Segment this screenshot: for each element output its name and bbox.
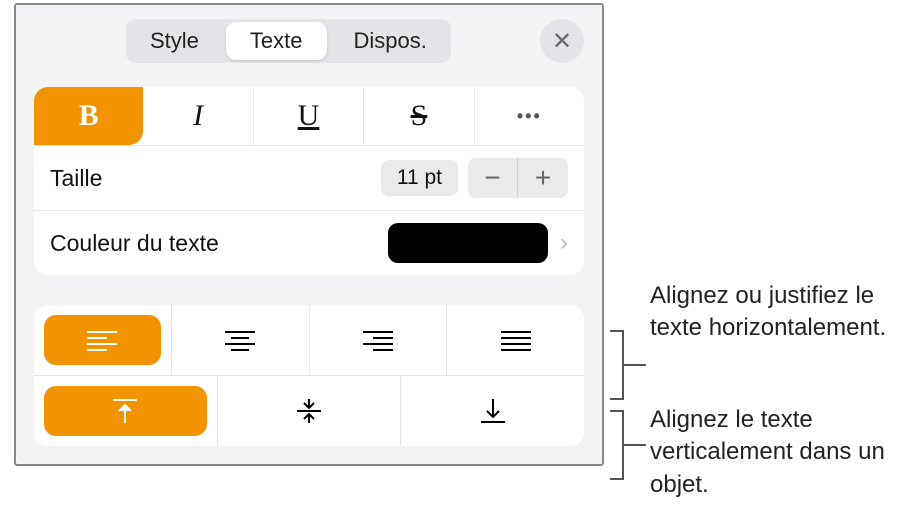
- size-decrease-button[interactable]: −: [468, 158, 518, 198]
- size-stepper: − +: [468, 158, 568, 198]
- align-left-icon: [85, 328, 119, 352]
- align-justify-icon: [499, 328, 533, 352]
- strikethrough-button[interactable]: S: [364, 87, 474, 145]
- valign-top-button[interactable]: [34, 376, 218, 446]
- text-color-row[interactable]: Couleur du texte ›: [34, 211, 584, 275]
- tab-layout[interactable]: Dispos.: [330, 19, 451, 63]
- align-center-button[interactable]: [172, 305, 310, 375]
- panel-header: Style Texte Dispos. ✕: [16, 5, 602, 77]
- valign-middle-button[interactable]: [218, 376, 402, 446]
- callout-line-icon: [624, 364, 646, 366]
- bold-button[interactable]: B: [34, 87, 143, 145]
- underline-button[interactable]: U: [254, 87, 364, 145]
- size-value[interactable]: 11 pt: [381, 160, 458, 196]
- align-justify-button[interactable]: [447, 305, 584, 375]
- align-right-button[interactable]: [310, 305, 448, 375]
- callout-bracket-icon: [610, 410, 624, 480]
- valign-bottom-icon: [479, 397, 507, 425]
- color-swatch[interactable]: [388, 223, 548, 263]
- tab-style[interactable]: Style: [126, 19, 223, 63]
- italic-button[interactable]: I: [143, 87, 253, 145]
- text-format-panel: Style Texte Dispos. ✕ B I U S ••• Taille…: [14, 3, 604, 466]
- callout-vertical: Alignez le texte verticalement dans un o…: [650, 404, 910, 501]
- vertical-align-row: [34, 376, 584, 446]
- size-increase-button[interactable]: +: [518, 158, 568, 198]
- more-styles-button[interactable]: •••: [475, 87, 584, 145]
- align-center-icon: [223, 328, 257, 352]
- panel-content: B I U S ••• Taille 11 pt − + Couleur du …: [16, 77, 602, 464]
- size-label: Taille: [50, 165, 102, 192]
- alignment-card: [34, 305, 584, 446]
- valign-bottom-button[interactable]: [401, 376, 584, 446]
- close-button[interactable]: ✕: [540, 19, 584, 63]
- font-style-row: B I U S •••: [34, 87, 584, 146]
- callout-horizontal: Alignez ou justifiez le texte horizontal…: [650, 280, 910, 345]
- valign-middle-icon: [295, 397, 323, 425]
- chevron-right-icon: ›: [560, 229, 568, 257]
- align-left-button[interactable]: [34, 305, 172, 375]
- callout-bracket-icon: [610, 330, 624, 400]
- align-right-icon: [361, 328, 395, 352]
- tab-text[interactable]: Texte: [226, 22, 327, 60]
- format-tabs: Style Texte Dispos.: [126, 19, 451, 63]
- callout-line-icon: [624, 444, 646, 446]
- close-icon: ✕: [552, 27, 572, 56]
- font-size-row: Taille 11 pt − +: [34, 146, 584, 211]
- text-color-label: Couleur du texte: [50, 230, 219, 257]
- valign-top-icon: [111, 397, 139, 425]
- font-style-card: B I U S ••• Taille 11 pt − + Couleur du …: [34, 87, 584, 275]
- horizontal-align-row: [34, 305, 584, 376]
